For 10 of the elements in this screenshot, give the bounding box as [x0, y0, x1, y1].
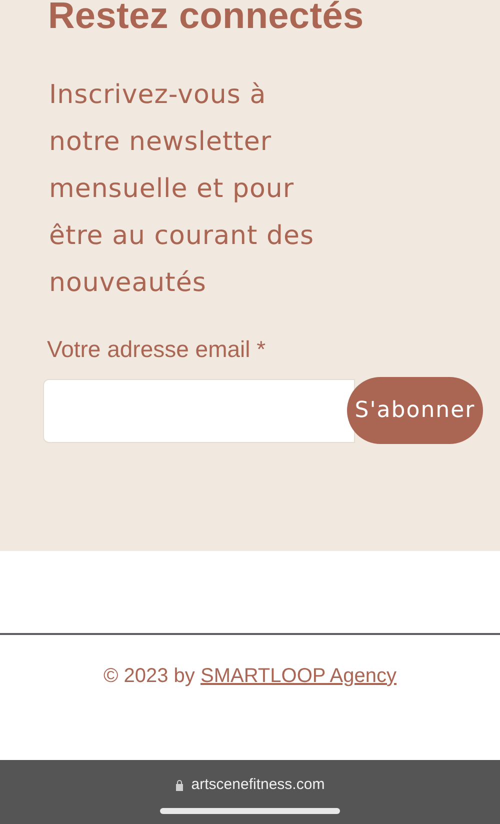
agency-link[interactable]: SMARTLOOP Agency — [200, 665, 397, 687]
email-field[interactable] — [43, 378, 355, 442]
home-indicator[interactable] — [160, 808, 340, 814]
subscribe-button[interactable]: S'abonner — [347, 377, 483, 444]
email-label: Votre adresse email * — [47, 335, 266, 363]
lock-icon — [175, 779, 184, 791]
copyright-text: © 2023 by SMARTLOOP Agency — [103, 664, 397, 688]
newsletter-description: Inscrivez-vous à notre newsletter mensuelle et pour être au courant des nouveautés — [49, 79, 314, 300]
section-title: Restez connectés — [48, 0, 365, 38]
url-text[interactable]: artscenefitness.com — [191, 776, 325, 794]
